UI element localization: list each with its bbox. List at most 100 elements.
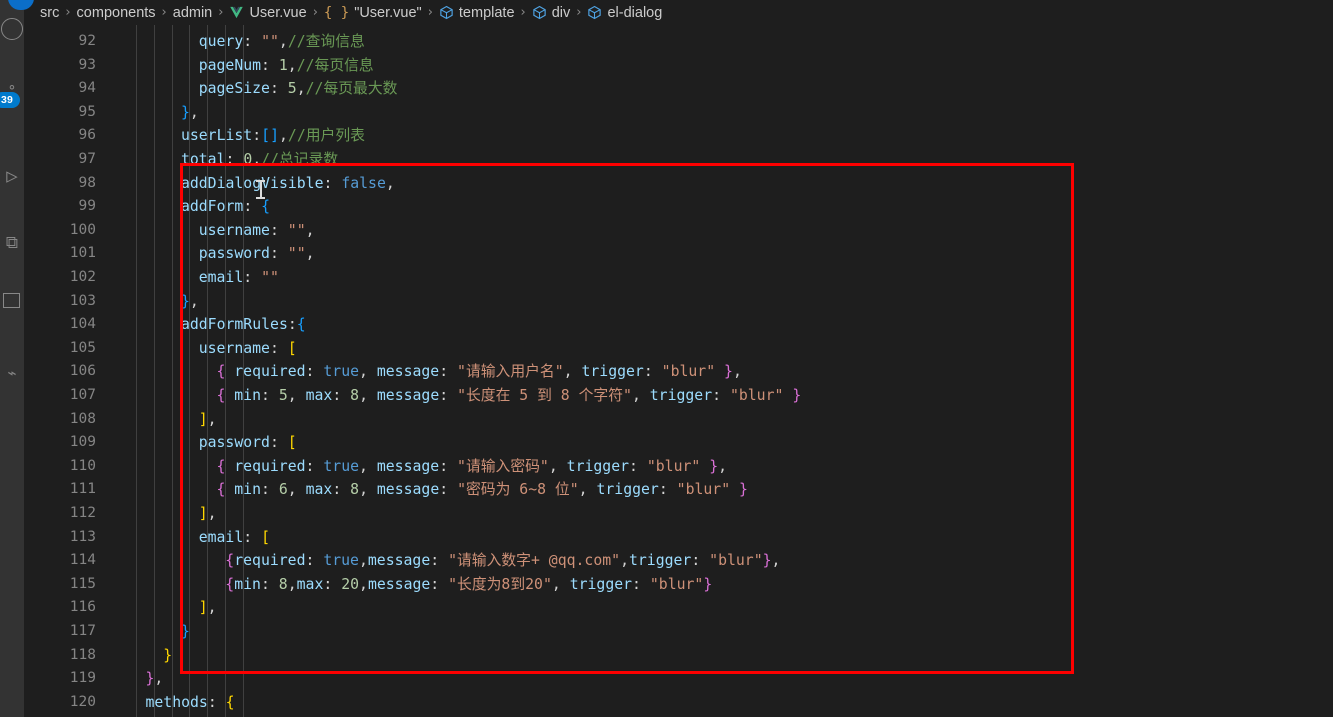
code-token: trigger bbox=[569, 575, 633, 593]
code-token: true bbox=[323, 363, 360, 381]
code-line[interactable]: email: [ bbox=[199, 526, 270, 550]
breadcrumb-item-user-vue[interactable]: User.vue bbox=[229, 5, 307, 21]
code-line[interactable]: password: "", bbox=[199, 242, 315, 266]
code-line[interactable]: } bbox=[163, 644, 172, 668]
code-token: { bbox=[216, 481, 235, 499]
code-token: , bbox=[359, 575, 368, 593]
code-line[interactable]: ], bbox=[199, 502, 217, 526]
code-token: false bbox=[341, 174, 386, 192]
code-token: : bbox=[332, 387, 351, 404]
code-token: , bbox=[207, 599, 217, 617]
code-line[interactable]: { min: 5, max: 8, message: "长度在 5 到 8 个字… bbox=[216, 384, 801, 408]
activity-bar: ⚬ 39 ▷ ⧉ ⌁ bbox=[0, 0, 34, 717]
remote-explorer-icon[interactable]: ⧉ bbox=[0, 232, 24, 254]
breadcrumb-item-el-dialog[interactable]: el-dialog bbox=[587, 5, 662, 21]
code-line[interactable]: password: [ bbox=[199, 431, 297, 455]
test-icon[interactable]: ⌁ bbox=[0, 362, 24, 384]
code-token: message bbox=[367, 552, 431, 570]
code-line[interactable]: ], bbox=[199, 596, 217, 620]
breadcrumb-item-src[interactable]: src bbox=[40, 5, 59, 21]
code-token: } bbox=[180, 623, 190, 640]
code-token: pageSize bbox=[198, 80, 270, 98]
line-number: 116 bbox=[69, 599, 96, 616]
code-line[interactable]: pageNum: 1,//每页信息 bbox=[199, 54, 374, 78]
code-line[interactable]: email: "" bbox=[199, 266, 279, 290]
code-token: , bbox=[305, 221, 315, 239]
code-token: { bbox=[225, 552, 235, 570]
code-token: , bbox=[359, 481, 377, 499]
code-token: , bbox=[718, 457, 728, 475]
code-token: userList bbox=[180, 127, 253, 145]
code-token: { bbox=[261, 198, 271, 216]
breadcrumb-item-user-vue-symbol[interactable]: { } "User.vue" bbox=[324, 5, 422, 21]
code-token: "长度为8到20" bbox=[448, 575, 552, 593]
code-line[interactable]: userList:[],//用户列表 bbox=[181, 124, 365, 148]
code-line[interactable]: {min: 8,max: 20,message: "长度为8到20", trig… bbox=[225, 573, 712, 597]
code-line[interactable]: }, bbox=[181, 290, 199, 314]
code-line[interactable]: ], bbox=[199, 408, 217, 432]
code-line[interactable]: query: "",//查询信息 bbox=[199, 30, 365, 54]
line-number: 95 bbox=[78, 103, 96, 120]
code-token: , bbox=[252, 151, 262, 168]
code-line[interactable]: {required: true,message: "请输入数字+ @qq.com… bbox=[225, 549, 780, 573]
code-token: : bbox=[287, 316, 297, 334]
line-number: 93 bbox=[78, 56, 96, 73]
breadcrumb-label: src bbox=[40, 4, 60, 21]
chevron-right-icon: › bbox=[576, 5, 582, 20]
code-token: "请输入数字+ @qq.com" bbox=[448, 552, 621, 570]
code-token: min bbox=[234, 387, 261, 404]
line-number: 92 bbox=[78, 33, 96, 49]
code-token: true bbox=[323, 457, 360, 475]
code-token: : bbox=[243, 269, 262, 286]
code-line[interactable]: { required: true, message: "请输入密码", trig… bbox=[216, 455, 727, 479]
code-line[interactable]: total: 0,//总记录数 bbox=[181, 148, 338, 172]
line-number: 117 bbox=[69, 623, 96, 639]
code-token: "请输入密码" bbox=[457, 457, 549, 475]
code-token: : bbox=[269, 245, 288, 263]
code-token: : bbox=[643, 363, 662, 381]
code-line[interactable]: methods: { bbox=[145, 691, 234, 715]
code-line[interactable]: }, bbox=[181, 101, 199, 125]
breadcrumb-item-div[interactable]: div bbox=[532, 5, 570, 21]
breadcrumb-label: "User.vue" bbox=[354, 4, 422, 21]
code-editor[interactable]: 92 93 94 95 96 97 98 99 100 101 102 103 104 105 106 107… bbox=[24, 25, 1333, 717]
code-token: : bbox=[430, 552, 449, 570]
extensions-icon[interactable] bbox=[3, 293, 20, 308]
code-token: , bbox=[305, 245, 315, 263]
code-token: : bbox=[658, 481, 677, 499]
chevron-right-icon: › bbox=[520, 5, 526, 20]
line-number: 115 bbox=[69, 575, 96, 592]
code-token: , bbox=[287, 56, 297, 74]
code-token: //用户列表 bbox=[287, 127, 365, 145]
code-content[interactable]: query: "",//查询信息 pageNum: 1,//每页信息 pageSiz… bbox=[110, 25, 1333, 717]
code-token: : bbox=[260, 575, 279, 593]
code-token: , bbox=[287, 481, 306, 499]
code-token: , bbox=[358, 552, 368, 570]
code-line[interactable]: username: [ bbox=[199, 337, 297, 361]
code-line[interactable]: }, bbox=[145, 667, 163, 691]
search-icon[interactable] bbox=[1, 18, 23, 40]
code-token: message bbox=[376, 481, 440, 499]
breadcrumb-item-template[interactable]: template bbox=[439, 5, 515, 21]
code-token: message bbox=[367, 575, 431, 593]
chevron-right-icon: › bbox=[218, 5, 224, 20]
breadcrumb-item-admin[interactable]: admin bbox=[173, 5, 213, 21]
code-token: , bbox=[359, 457, 377, 475]
breadcrumb-item-components[interactable]: components bbox=[77, 5, 156, 21]
code-line[interactable]: { required: true, message: "请输入用户名", tri… bbox=[216, 360, 741, 384]
code-token: , bbox=[551, 575, 570, 593]
code-token: } bbox=[703, 575, 713, 593]
code-token: : bbox=[439, 363, 458, 381]
code-line[interactable]: addDialogVisible: false, bbox=[181, 172, 395, 196]
code-token: : bbox=[305, 363, 324, 381]
code-line[interactable]: username: "", bbox=[199, 219, 315, 243]
line-number: 105 bbox=[69, 339, 96, 356]
code-token: 5 bbox=[278, 387, 288, 404]
code-line[interactable]: pageSize: 5,//每页最大数 bbox=[199, 77, 398, 101]
code-line[interactable]: } bbox=[181, 620, 190, 644]
run-debug-icon[interactable]: ▷ bbox=[0, 165, 24, 187]
code-line[interactable]: addFormRules:{ bbox=[181, 313, 306, 337]
code-line[interactable]: addForm: { bbox=[181, 195, 270, 219]
code-line[interactable]: { min: 6, max: 8, message: "密码为 6~8 位", … bbox=[216, 478, 748, 502]
code-token: addDialogVisible bbox=[180, 174, 324, 192]
